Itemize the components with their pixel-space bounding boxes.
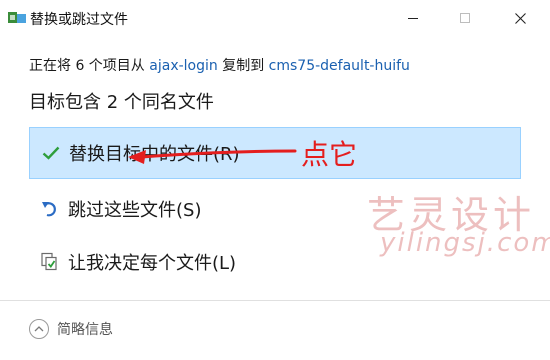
- conflict-heading: 目标包含 2 个同名文件: [29, 92, 214, 113]
- replace-files-option[interactable]: 替换目标中的文件(R): [29, 127, 521, 179]
- decide-each-file-label: 让我决定每个文件(L): [68, 253, 237, 274]
- fewer-details-button[interactable]: 简略信息: [29, 319, 113, 339]
- copy-middle: 复制到: [217, 58, 269, 74]
- window-title: 替换或跳过文件: [30, 12, 128, 28]
- copy-progress-text: 正在将 6 个项目从 ajax-login 复制到 cms75-default-…: [29, 55, 410, 75]
- move-copy-icon: [8, 12, 26, 23]
- maximize-icon: [460, 13, 470, 23]
- minimize-icon: [408, 17, 418, 19]
- source-folder-link[interactable]: ajax-login: [149, 58, 218, 74]
- watermark-url: yilingsj.com: [380, 228, 550, 258]
- fewer-details-label: 简略信息: [57, 322, 113, 338]
- footer-divider: [0, 300, 550, 301]
- decide-files-icon: [39, 251, 61, 273]
- chevron-up-icon: [29, 319, 49, 339]
- minimize-button[interactable]: [390, 0, 436, 36]
- maximize-button[interactable]: [442, 0, 488, 36]
- dialog-footer: 简略信息: [0, 300, 550, 360]
- copy-prefix: 正在将 6 个项目从: [29, 58, 150, 74]
- destination-folder-link[interactable]: cms75-default-huifu: [269, 58, 410, 74]
- skip-files-label: 跳过这些文件(S): [68, 200, 202, 221]
- close-icon: [514, 12, 526, 24]
- checkmark-icon: [40, 142, 62, 164]
- replace-files-label: 替换目标中的文件(R): [69, 144, 240, 165]
- skip-arrow-icon: [39, 198, 61, 220]
- title-bar: 替换或跳过文件: [0, 0, 550, 36]
- annotation-label: 点它: [301, 138, 358, 171]
- close-button[interactable]: [497, 0, 543, 36]
